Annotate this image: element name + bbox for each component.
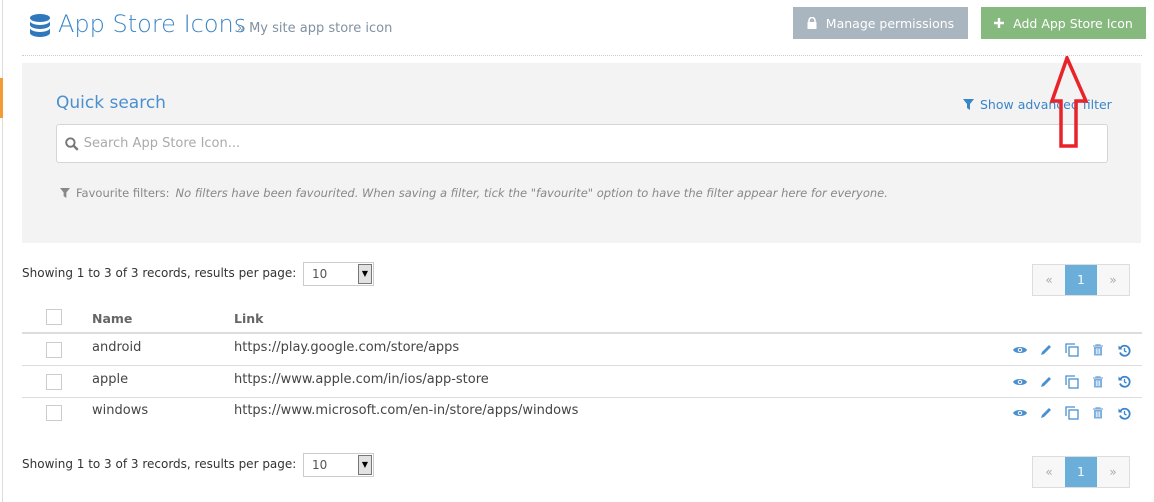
search-field[interactable]	[56, 124, 1108, 163]
sidebar-marker	[0, 78, 3, 118]
pagination-bottom: « 1 »	[1032, 456, 1130, 488]
page-title: App Store Icons	[58, 10, 247, 38]
left-border	[2, 0, 3, 502]
search-input[interactable]	[83, 136, 1107, 151]
edit-icon[interactable]	[1038, 374, 1054, 390]
manage-permissions-label: Manage permissions	[825, 15, 955, 31]
delete-icon[interactable]	[1090, 342, 1106, 358]
chevron-down-icon: ▼	[358, 455, 372, 475]
row-divider	[22, 396, 1142, 398]
manage-permissions-button[interactable]: Manage permissions	[793, 7, 968, 39]
favourite-filters-label: Favourite filters:	[76, 186, 170, 200]
divider	[22, 55, 1142, 56]
copy-icon[interactable]	[1064, 342, 1080, 358]
advanced-filter-label: Show advanced filter	[980, 97, 1112, 112]
plus-icon	[994, 18, 1005, 28]
row-checkbox[interactable]	[46, 342, 62, 358]
database-icon	[30, 14, 50, 37]
row-actions	[1012, 405, 1132, 421]
row-link[interactable]: https://www.microsoft.com/en-in/store/ap…	[234, 403, 578, 418]
next-page-button[interactable]: »	[1097, 457, 1129, 487]
prev-page-button[interactable]: «	[1033, 457, 1065, 487]
favourite-filters-text: No filters have been favourited. When sa…	[175, 186, 888, 200]
header-divider	[22, 332, 1142, 334]
lock-icon	[807, 17, 817, 29]
history-icon[interactable]	[1116, 405, 1132, 421]
view-icon[interactable]	[1012, 374, 1028, 390]
row-actions	[1012, 374, 1132, 390]
row-name: apple	[92, 371, 129, 387]
column-header-name[interactable]: Name	[92, 311, 132, 326]
add-label: Add App Store Icon	[1013, 15, 1133, 31]
per-page-value: 10	[312, 267, 328, 281]
prev-page-button[interactable]: «	[1033, 265, 1065, 295]
per-page-select-bottom[interactable]: 10 ▼	[303, 453, 374, 477]
page-1-button[interactable]: 1	[1065, 265, 1097, 295]
row-actions	[1012, 342, 1132, 358]
delete-icon[interactable]	[1090, 405, 1106, 421]
chevron-down-icon: ▼	[358, 264, 372, 284]
show-advanced-filter-link[interactable]: Show advanced filter	[963, 97, 1112, 112]
copy-icon[interactable]	[1064, 405, 1080, 421]
filter-icon	[963, 99, 974, 110]
add-app-store-icon-button[interactable]: Add App Store Icon	[981, 7, 1146, 39]
edit-icon[interactable]	[1038, 405, 1054, 421]
pagination-top: « 1 »	[1032, 264, 1130, 296]
history-icon[interactable]	[1116, 342, 1132, 358]
favourite-filters: Favourite filters: No filters have been …	[60, 186, 888, 200]
filter-icon	[60, 188, 70, 198]
row-link[interactable]: https://play.google.com/store/apps	[234, 340, 459, 355]
copy-icon[interactable]	[1064, 374, 1080, 390]
row-name: android	[92, 340, 142, 355]
row-checkbox[interactable]	[46, 373, 62, 390]
row-name: windows	[92, 403, 149, 418]
search-icon	[65, 136, 79, 151]
column-header-link[interactable]: Link	[234, 311, 263, 326]
delete-icon[interactable]	[1090, 374, 1106, 390]
row-link[interactable]: https://www.apple.com/in/ios/app-store	[234, 372, 489, 387]
edit-icon[interactable]	[1038, 342, 1054, 358]
view-icon[interactable]	[1012, 405, 1028, 421]
page-1-button[interactable]: 1	[1065, 457, 1097, 487]
records-summary-bottom: Showing 1 to 3 of 3 records, results per…	[22, 457, 297, 471]
records-summary-top: Showing 1 to 3 of 3 records, results per…	[22, 266, 297, 280]
next-page-button[interactable]: »	[1097, 265, 1129, 295]
history-icon[interactable]	[1116, 374, 1132, 390]
row-divider	[22, 365, 1142, 366]
per-page-value: 10	[312, 458, 328, 472]
quick-search-title: Quick search	[56, 93, 166, 113]
breadcrumb[interactable]: » My site app store icon	[237, 21, 392, 36]
view-icon[interactable]	[1012, 342, 1028, 358]
row-checkbox[interactable]	[46, 405, 62, 421]
per-page-select-top[interactable]: 10 ▼	[303, 262, 374, 286]
select-all-checkbox[interactable]	[46, 309, 62, 325]
annotation-arrow-icon	[1050, 56, 1088, 148]
